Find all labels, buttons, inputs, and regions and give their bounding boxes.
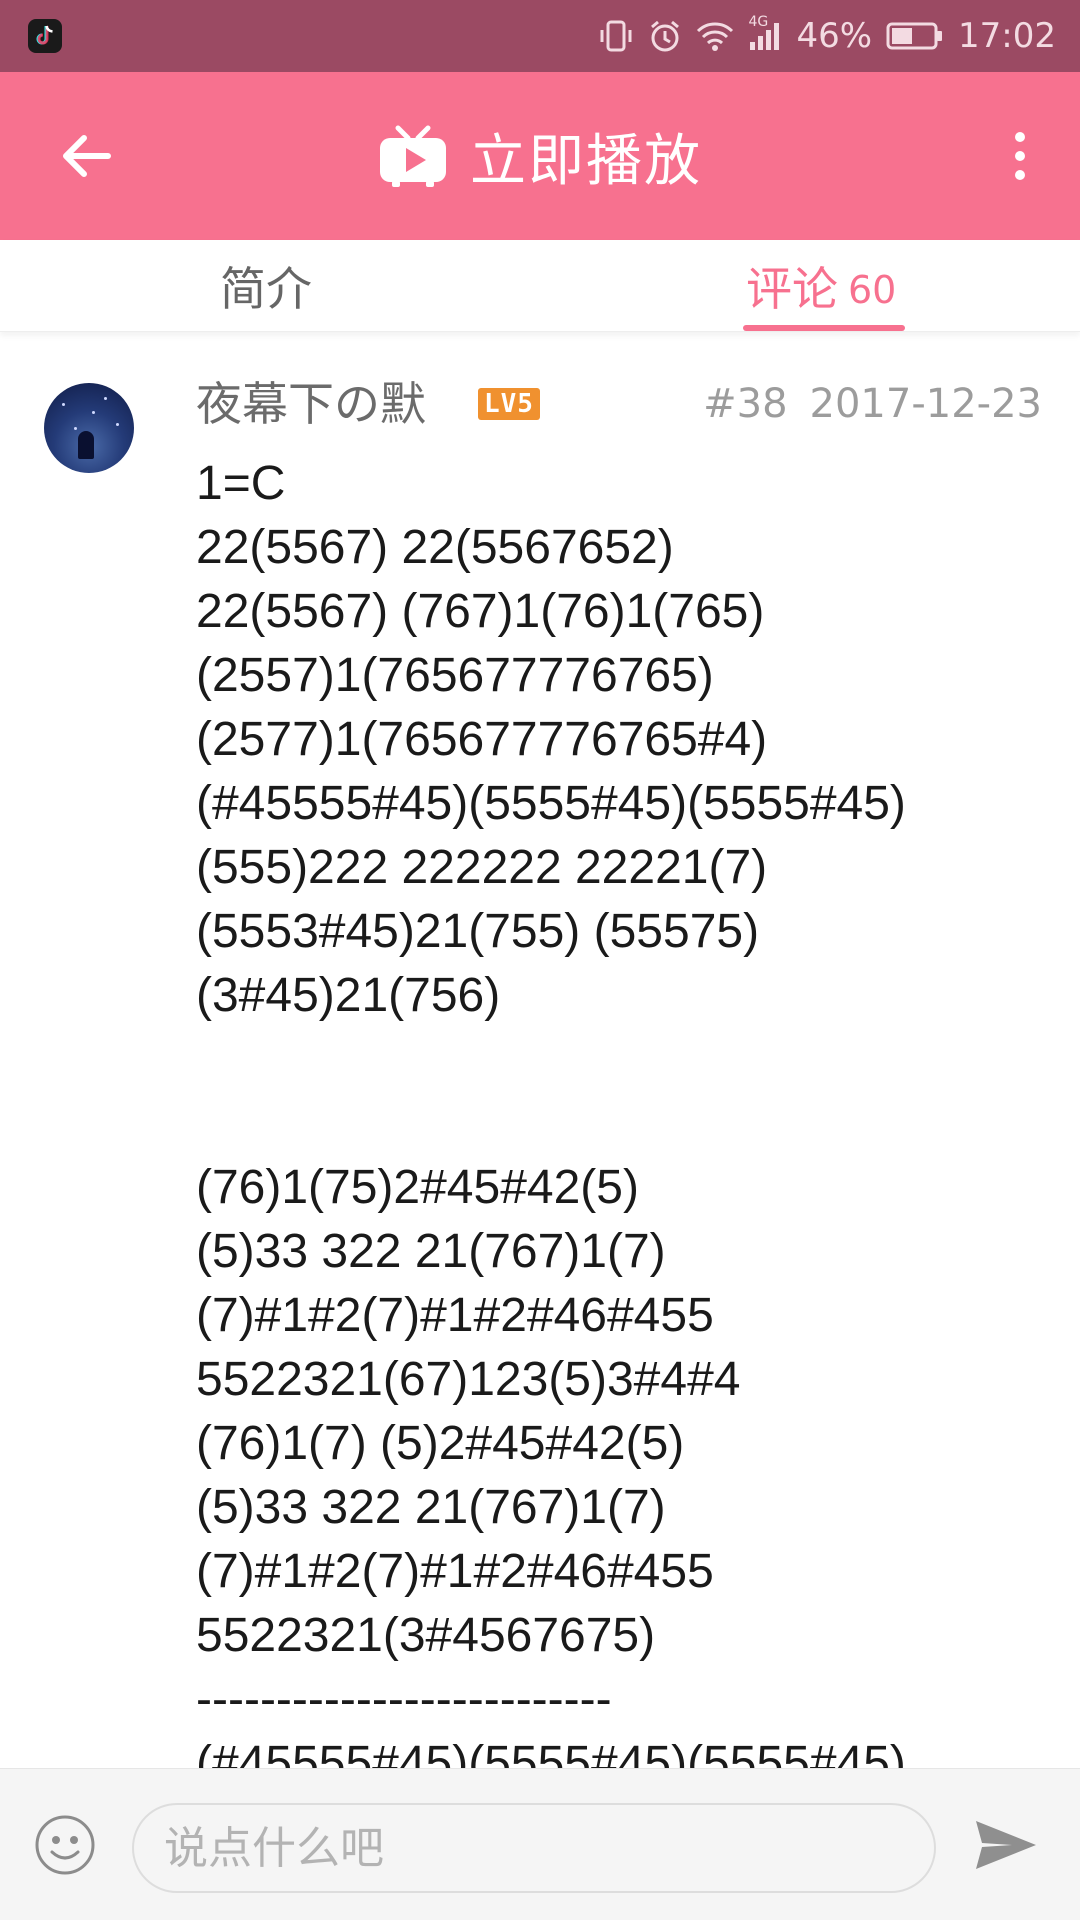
status-left — [28, 19, 62, 53]
wifi-icon — [697, 22, 734, 51]
tiktok-icon — [28, 19, 62, 53]
comment-date: 2017-12-23 — [809, 381, 1042, 427]
clock: 17:02 — [958, 16, 1056, 56]
tab-comments[interactable]: 评论 60 — [554, 240, 1080, 331]
emoji-icon[interactable] — [34, 1814, 96, 1876]
comment-input-bar — [0, 1768, 1080, 1920]
page-title[interactable]: 立即播放 — [0, 72, 1080, 240]
avatar-star — [116, 423, 119, 426]
tab-intro[interactable]: 简介 — [0, 240, 554, 331]
avatar-figure — [78, 431, 94, 459]
avatar-star — [104, 397, 107, 400]
comments-count: 60 — [848, 267, 897, 312]
alarm-icon — [651, 20, 680, 52]
send-icon[interactable] — [972, 1815, 1040, 1875]
network-type: 4G — [748, 14, 769, 30]
comment-input[interactable] — [132, 1803, 936, 1893]
avatar-star — [62, 403, 65, 406]
more-dot — [1015, 170, 1025, 180]
tab-comments-label: 评论 — [746, 261, 838, 316]
battery-percentage: 46% — [796, 16, 873, 56]
more-options-button[interactable] — [1000, 124, 1040, 188]
avatar-star — [92, 411, 95, 414]
more-vertical-icon — [1015, 132, 1025, 142]
comment-body: 1=C 22(5567) 22(5567652) 22(5567) (767)1… — [196, 457, 906, 1790]
app-bar: 立即播放 — [0, 72, 1080, 240]
comment-username[interactable]: 夜幕下の默 — [196, 372, 426, 436]
comment-meta: #38 2017-12-23 — [703, 378, 1042, 430]
tab-intro-label: 简介 — [220, 261, 312, 316]
avatar[interactable] — [44, 383, 134, 473]
title-text: 立即播放 — [470, 128, 702, 194]
avatar-star — [74, 427, 77, 430]
level-badge: LV5 — [478, 388, 540, 420]
status-bar: 4G 46% 17:02 — [0, 0, 1080, 72]
vibrate-icon — [600, 20, 632, 52]
active-tab-indicator — [743, 325, 905, 331]
signal-4g-icon: 4G — [748, 14, 782, 52]
battery-icon — [886, 22, 943, 50]
tab-bar: 简介 评论 60 — [0, 240, 1080, 332]
more-dot — [1015, 151, 1025, 161]
comment-floor: #38 — [703, 381, 788, 427]
tv-play-icon — [380, 125, 446, 187]
status-icons: 4G 46% 17:02 — [598, 14, 1056, 56]
